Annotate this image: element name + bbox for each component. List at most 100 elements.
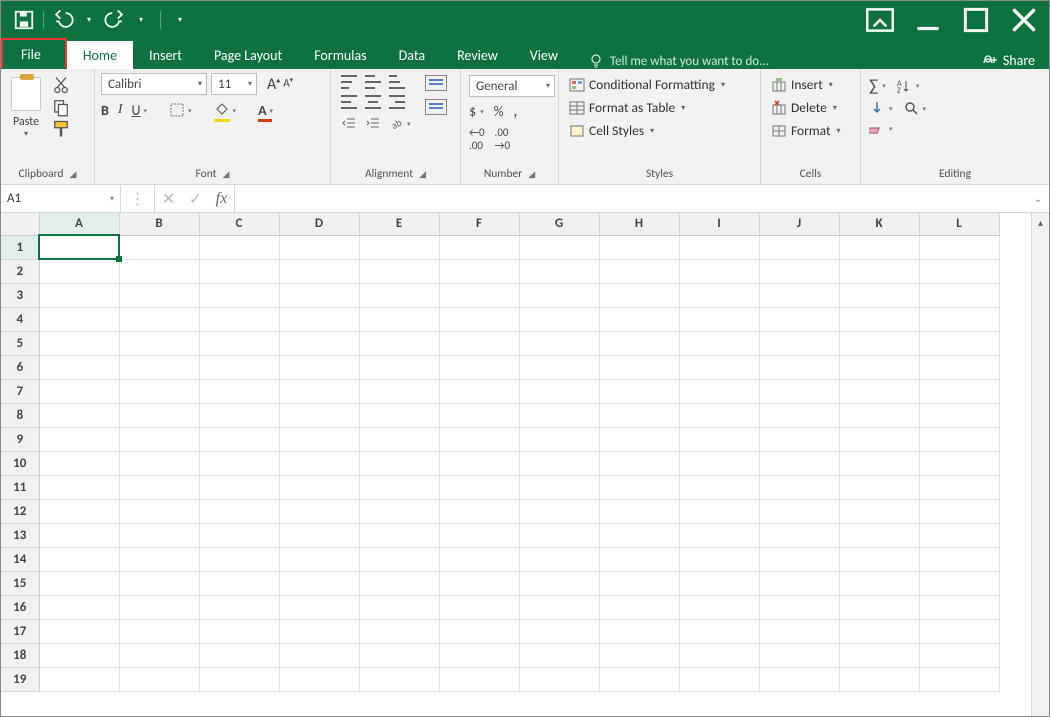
cell[interactable] <box>39 523 119 547</box>
column-header[interactable]: F <box>439 213 519 235</box>
align-left-icon[interactable] <box>341 95 357 109</box>
cell[interactable] <box>759 499 839 523</box>
cell[interactable] <box>439 451 519 475</box>
cell[interactable] <box>839 547 919 571</box>
cell[interactable] <box>839 667 919 691</box>
cell[interactable] <box>839 427 919 451</box>
cell[interactable] <box>839 283 919 307</box>
cell[interactable] <box>759 523 839 547</box>
cell[interactable] <box>359 523 439 547</box>
align-top-icon[interactable] <box>341 75 357 89</box>
cell[interactable] <box>519 571 599 595</box>
cell[interactable] <box>759 643 839 667</box>
cell[interactable] <box>279 667 359 691</box>
cell[interactable] <box>839 259 919 283</box>
select-all-corner[interactable] <box>1 213 39 235</box>
cell[interactable] <box>759 451 839 475</box>
dialog-launcher-icon[interactable]: ◢ <box>528 169 535 180</box>
cell[interactable] <box>199 571 279 595</box>
cell[interactable] <box>679 619 759 643</box>
sort-filter-icon[interactable]: AZ <box>896 78 912 94</box>
row-header[interactable]: 2 <box>1 259 39 283</box>
cell[interactable] <box>279 451 359 475</box>
row-header[interactable]: 13 <box>1 523 39 547</box>
tab-formulas[interactable]: Formulas <box>298 41 382 69</box>
cell[interactable] <box>759 379 839 403</box>
cell[interactable] <box>759 235 839 259</box>
cell[interactable] <box>599 475 679 499</box>
cell[interactable] <box>199 259 279 283</box>
cell[interactable] <box>679 355 759 379</box>
tab-page-layout[interactable]: Page Layout <box>198 41 298 69</box>
chevron-down-icon[interactable]: ▾ <box>270 106 274 115</box>
cell[interactable] <box>839 643 919 667</box>
cell[interactable] <box>519 667 599 691</box>
formula-input[interactable] <box>235 185 1027 212</box>
save-icon[interactable] <box>13 9 35 31</box>
cell[interactable] <box>919 499 999 523</box>
cell[interactable] <box>919 355 999 379</box>
cell[interactable] <box>439 595 519 619</box>
tab-review[interactable]: Review <box>441 41 514 69</box>
cell[interactable] <box>599 451 679 475</box>
cell[interactable] <box>679 259 759 283</box>
cell[interactable] <box>679 475 759 499</box>
align-middle-icon[interactable] <box>365 75 381 89</box>
cell[interactable] <box>359 283 439 307</box>
cell[interactable] <box>519 235 599 259</box>
cell[interactable] <box>359 667 439 691</box>
align-center-icon[interactable] <box>365 95 381 109</box>
cell[interactable] <box>679 571 759 595</box>
comma-icon[interactable]: , <box>514 103 518 120</box>
cell[interactable] <box>759 667 839 691</box>
tab-file[interactable]: File <box>1 38 67 68</box>
row-header[interactable]: 11 <box>1 475 39 499</box>
cell[interactable] <box>39 643 119 667</box>
dialog-launcher-icon[interactable]: ◢ <box>419 169 426 180</box>
row-header[interactable]: 4 <box>1 307 39 331</box>
cell[interactable] <box>839 523 919 547</box>
column-header[interactable]: K <box>839 213 919 235</box>
row-header[interactable]: 8 <box>1 403 39 427</box>
cell[interactable] <box>919 331 999 355</box>
cell[interactable] <box>519 427 599 451</box>
cell[interactable] <box>119 331 199 355</box>
cell[interactable] <box>39 235 119 259</box>
cell[interactable] <box>599 307 679 331</box>
cell[interactable] <box>39 451 119 475</box>
cell[interactable] <box>919 619 999 643</box>
cell[interactable] <box>359 643 439 667</box>
cell[interactable] <box>279 259 359 283</box>
cell[interactable] <box>839 451 919 475</box>
cell[interactable] <box>199 667 279 691</box>
cell-styles-button[interactable]: Cell Styles▾ <box>567 121 727 140</box>
cell[interactable] <box>439 571 519 595</box>
row-header[interactable]: 19 <box>1 667 39 691</box>
tab-home[interactable]: Home <box>67 41 133 69</box>
cell[interactable] <box>519 451 599 475</box>
cell[interactable] <box>199 331 279 355</box>
decrease-indent-icon[interactable] <box>341 115 357 131</box>
cell[interactable] <box>919 595 999 619</box>
underline-button[interactable]: U <box>132 102 141 119</box>
cell[interactable] <box>279 499 359 523</box>
cell[interactable] <box>279 403 359 427</box>
tab-view[interactable]: View <box>514 41 574 69</box>
cell[interactable] <box>519 547 599 571</box>
cell[interactable] <box>199 355 279 379</box>
spreadsheet-grid[interactable]: ABCDEFGHIJKL 123456789101112131415161718… <box>1 213 1000 692</box>
cell[interactable] <box>119 475 199 499</box>
cell[interactable] <box>199 619 279 643</box>
cell[interactable] <box>39 379 119 403</box>
cell[interactable] <box>39 427 119 451</box>
column-header[interactable]: G <box>519 213 599 235</box>
increase-font-icon[interactable]: A▴ <box>267 75 280 94</box>
name-box-expand[interactable]: ⋮ <box>121 185 155 212</box>
cell[interactable] <box>679 403 759 427</box>
cell[interactable] <box>839 499 919 523</box>
cell[interactable] <box>439 643 519 667</box>
cell[interactable] <box>39 355 119 379</box>
cell[interactable] <box>759 619 839 643</box>
cell[interactable] <box>39 307 119 331</box>
cell[interactable] <box>39 475 119 499</box>
